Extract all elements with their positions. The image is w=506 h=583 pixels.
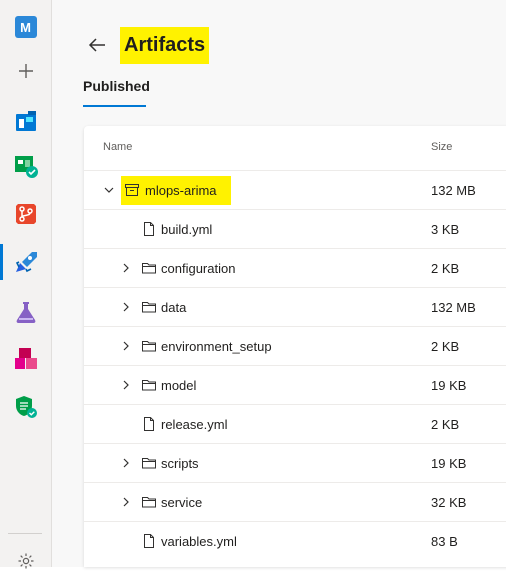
table-row[interactable]: release.yml 2 KB xyxy=(84,404,506,444)
pipelines-icon xyxy=(15,252,37,273)
artifact-row[interactable]: mlops-arima 132 MB xyxy=(84,170,506,210)
security-button[interactable] xyxy=(0,385,51,429)
shield-icon xyxy=(15,396,37,418)
repos-icon xyxy=(15,204,36,224)
column-header-name[interactable]: Name xyxy=(103,141,132,153)
org-button[interactable]: M xyxy=(0,5,51,49)
row-name-text: scripts xyxy=(161,456,199,471)
file-icon xyxy=(144,222,154,236)
chevron-right-icon[interactable] xyxy=(121,341,131,351)
chevron-right-icon[interactable] xyxy=(121,497,131,507)
folder-icon xyxy=(142,302,156,313)
row-name: data xyxy=(161,300,186,315)
row-name-text: environment_setup xyxy=(161,339,272,354)
row-name-text: mlops-arima xyxy=(145,183,217,198)
pipelines-button[interactable] xyxy=(0,240,51,284)
row-name-text: variables.yml xyxy=(161,534,237,549)
plus-icon xyxy=(18,64,33,78)
folder-icon xyxy=(142,497,156,508)
row-name: build.yml xyxy=(161,222,212,237)
boards-icon xyxy=(15,111,36,131)
left-nav: M xyxy=(0,0,52,569)
row-name: service xyxy=(161,495,202,510)
row-size: 2 KB xyxy=(431,417,460,432)
settings-button[interactable] xyxy=(0,539,51,583)
table-row[interactable]: scripts 19 KB xyxy=(84,443,506,483)
boards-button[interactable] xyxy=(0,99,51,143)
board-check-icon xyxy=(14,156,38,178)
gear-icon xyxy=(18,553,33,569)
row-name: environment_setup xyxy=(161,339,272,354)
table-row[interactable]: data 132 MB xyxy=(84,287,506,327)
chevron-right-icon[interactable] xyxy=(121,263,131,273)
row-name: release.yml xyxy=(161,417,227,432)
back-arrow-icon[interactable] xyxy=(86,34,108,56)
folder-icon xyxy=(142,458,156,469)
row-size: 3 KB xyxy=(431,222,460,237)
column-header-size[interactable]: Size xyxy=(431,141,452,153)
board-check-button[interactable] xyxy=(0,144,51,188)
file-icon xyxy=(144,417,154,431)
row-name: scripts xyxy=(161,456,199,471)
row-name-text: data xyxy=(161,300,187,315)
table-row[interactable]: configuration 2 KB xyxy=(84,248,506,288)
row-name: model xyxy=(161,378,196,393)
table-row[interactable]: service 32 KB xyxy=(84,482,506,522)
row-name-text: release.yml xyxy=(161,417,228,432)
row-name: variables.yml xyxy=(161,534,237,549)
row-size: 19 KB xyxy=(431,456,467,471)
artifact-box-icon xyxy=(125,184,139,196)
row-name: mlops-arima xyxy=(145,183,222,198)
chevron-right-icon[interactable] xyxy=(121,380,131,390)
flask-icon xyxy=(16,302,35,323)
chevron-down-icon[interactable] xyxy=(104,185,114,195)
page-title: Artifacts xyxy=(120,27,210,64)
new-button[interactable] xyxy=(0,49,51,93)
main-content: Artifacts Published Name Size mlops-arim… xyxy=(52,0,506,567)
tab-active-indicator xyxy=(83,105,146,107)
table-row[interactable]: environment_setup 2 KB xyxy=(84,326,506,366)
chevron-right-icon[interactable] xyxy=(121,302,131,312)
test-plans-button[interactable] xyxy=(0,290,51,334)
row-size: 2 KB xyxy=(431,261,460,276)
folder-icon xyxy=(142,263,156,274)
table-row[interactable]: variables.yml 83 B xyxy=(84,521,506,561)
chevron-right-icon[interactable] xyxy=(121,458,131,468)
row-name: configuration xyxy=(161,261,235,276)
row-name-text: build.yml xyxy=(161,222,213,237)
row-size: 32 KB xyxy=(431,495,467,510)
sidebar-divider xyxy=(8,533,42,534)
row-size: 132 MB xyxy=(431,300,476,315)
artifacts-icon xyxy=(14,348,37,369)
row-name-text: model xyxy=(161,378,197,393)
tab-published[interactable]: Published xyxy=(83,78,150,94)
repos-button[interactable] xyxy=(0,192,51,236)
table-header: Name Size xyxy=(84,126,506,170)
table-row[interactable]: build.yml 3 KB xyxy=(84,209,506,249)
artifacts-table: Name Size mlops-arima 132 MB build.yml 3 KB… xyxy=(84,126,506,567)
row-size: 2 KB xyxy=(431,339,460,354)
org-icon: M xyxy=(14,16,37,38)
row-size: 132 MB xyxy=(431,183,476,198)
row-size: 83 B xyxy=(431,534,458,549)
row-name-text: configuration xyxy=(161,261,236,276)
file-icon xyxy=(144,534,154,548)
row-size: 19 KB xyxy=(431,378,467,393)
artifacts-button[interactable] xyxy=(0,337,51,381)
folder-icon xyxy=(142,341,156,352)
row-name-text: service xyxy=(161,495,203,510)
table-row[interactable]: model 19 KB xyxy=(84,365,506,405)
folder-icon xyxy=(142,380,156,391)
